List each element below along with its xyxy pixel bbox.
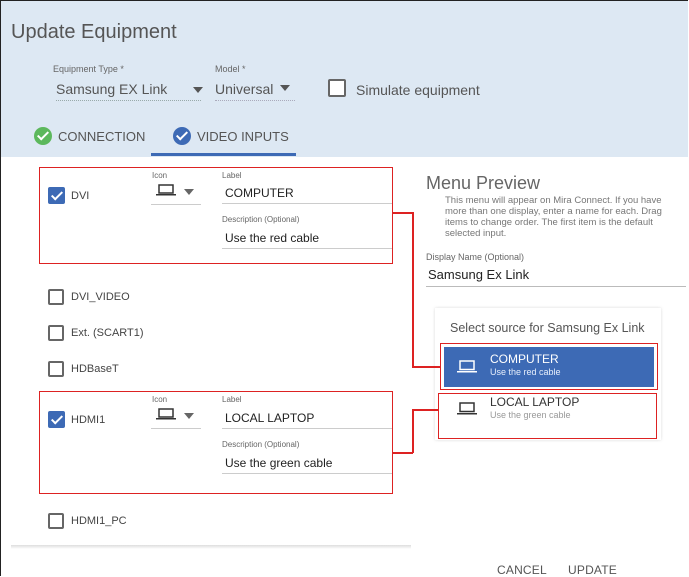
input-checkbox-ext-scart1[interactable]	[48, 325, 64, 341]
equipment-type-chevron-down-icon[interactable]	[193, 87, 203, 93]
simulate-equipment-label: Simulate equipment	[356, 82, 480, 98]
model-chevron-down-icon[interactable]	[280, 85, 290, 91]
annotation-connector	[412, 409, 439, 411]
update-equipment-dialog: Update Equipment Equipment Type * Samsun…	[0, 0, 688, 576]
annotation-connector	[412, 212, 414, 367]
tab-connection[interactable]: CONNECTION	[34, 121, 145, 151]
tab-video-inputs-label: VIDEO INPUTS	[197, 128, 289, 144]
annotation-connector	[393, 452, 413, 454]
model-select[interactable]: Universal	[215, 81, 295, 101]
source-menu-heading: Select source for Samsung Ex Link	[450, 321, 645, 335]
dialog-header: Update Equipment Equipment Type * Samsun…	[1, 1, 688, 157]
annotation-connector	[393, 212, 413, 214]
menu-preview-title: Menu Preview	[426, 173, 541, 193]
list-scroll-shadow	[11, 545, 411, 549]
input-checkbox-dvi-video[interactable]	[48, 289, 64, 305]
annotation-box-preview-computer	[440, 343, 658, 390]
display-name-underline	[426, 286, 686, 287]
input-checkbox-hdbaset[interactable]	[48, 361, 64, 377]
equipment-type-select[interactable]: Samsung EX Link	[56, 81, 201, 101]
input-name-ext-scart1: Ext. (SCART1)	[71, 327, 144, 339]
cancel-button[interactable]: CANCEL	[497, 563, 547, 576]
annotation-box-dvi	[39, 167, 393, 264]
input-name-hdmi1-pc: HDMI1_PC	[71, 515, 127, 527]
tab-video-inputs[interactable]: VIDEO INPUTS	[173, 121, 289, 151]
simulate-equipment-checkbox[interactable]	[328, 79, 346, 97]
input-name-hdbaset: HDBaseT	[71, 363, 119, 375]
model-label: Model *	[215, 64, 246, 74]
model-value: Universal	[215, 81, 274, 97]
update-equipment-button[interactable]: UPDATE EQUIPMENT	[568, 563, 688, 576]
equipment-type-value: Samsung EX Link	[56, 81, 168, 97]
input-name-dvi-video: DVI_VIDEO	[71, 291, 130, 303]
check-circle-icon	[173, 127, 191, 145]
annotation-box-hdmi1	[39, 391, 393, 494]
active-tab-indicator	[151, 153, 296, 156]
menu-preview-description: This menu will appear on Mira Connect. I…	[445, 195, 662, 239]
display-name-input[interactable]: Samsung Ex Link	[428, 267, 529, 282]
annotation-connector	[412, 409, 414, 453]
display-name-label: Display Name (Optional)	[426, 252, 525, 262]
annotation-box-preview-local-laptop	[438, 393, 657, 439]
input-checkbox-hdmi1-pc[interactable]	[48, 513, 64, 529]
equipment-type-label: Equipment Type *	[53, 64, 124, 74]
tab-connection-label: CONNECTION	[58, 128, 146, 144]
dialog-title: Update Equipment	[11, 21, 177, 43]
check-circle-icon	[34, 127, 52, 145]
annotation-connector	[412, 366, 440, 368]
